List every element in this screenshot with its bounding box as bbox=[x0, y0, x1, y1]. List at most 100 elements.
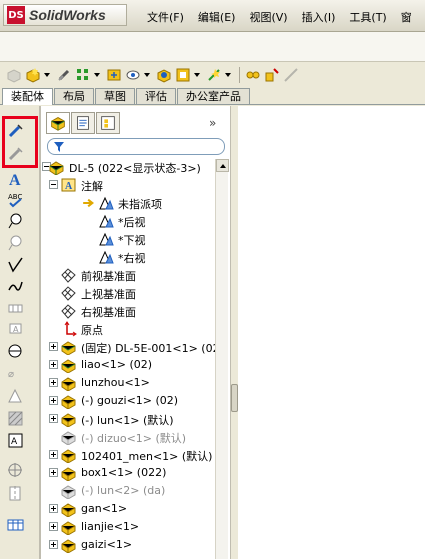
tree-node[interactable]: *右视 bbox=[41, 248, 217, 266]
tree-node[interactable]: 右视基准面 bbox=[41, 302, 217, 320]
hole-callout-icon[interactable]: ⌀ bbox=[7, 365, 24, 382]
tree-node[interactable]: *后视 bbox=[41, 212, 217, 230]
tree-node[interactable]: gaizi<1> bbox=[41, 536, 217, 554]
configuration-manager-tab-icon[interactable] bbox=[96, 112, 120, 134]
expand-toggle-icon[interactable] bbox=[49, 360, 58, 369]
tree-node[interactable]: 前视基准面 bbox=[41, 266, 217, 284]
property-manager-tab-icon[interactable] bbox=[71, 112, 95, 134]
note-icon[interactable]: A bbox=[7, 170, 24, 187]
tree-node[interactable]: lunzhou<1> bbox=[41, 374, 217, 392]
command-manager-tabs: 装配体 布局 草图 评估 办公室产品 bbox=[0, 88, 425, 105]
menu-edit[interactable]: 编辑(E) bbox=[191, 9, 243, 25]
datum-feature-icon[interactable]: A bbox=[7, 321, 24, 338]
expand-toggle-icon[interactable] bbox=[49, 396, 58, 405]
menu-file[interactable]: 文件(F) bbox=[140, 9, 191, 25]
show-hidden-icon[interactable] bbox=[125, 67, 141, 83]
tree-node[interactable]: A 注解 bbox=[41, 176, 217, 194]
filter-icon bbox=[54, 142, 64, 152]
tree-node[interactable]: (-) lun<2> (da) bbox=[41, 482, 217, 500]
balloon-icon[interactable] bbox=[7, 212, 24, 229]
tree-node[interactable]: DL-5 (022<显示状态-3>) bbox=[41, 158, 217, 176]
new-part-icon[interactable] bbox=[25, 67, 41, 83]
expand-panel-chevron[interactable]: » bbox=[209, 116, 216, 130]
tab-layout[interactable]: 布局 bbox=[54, 88, 94, 104]
spell-check-icon[interactable]: ABC bbox=[7, 191, 24, 208]
expand-toggle-icon[interactable] bbox=[49, 342, 58, 351]
component-pattern-icon[interactable] bbox=[75, 67, 91, 83]
expand-toggle-icon[interactable] bbox=[49, 504, 58, 513]
tree-node-label: 102401_men<1> (默认) bbox=[81, 450, 213, 463]
move-component-icon[interactable] bbox=[106, 67, 122, 83]
tree-node[interactable]: (-) gouzi<1> (02) bbox=[41, 392, 217, 410]
weld-symbol-icon[interactable] bbox=[7, 278, 24, 295]
tab-sketch[interactable]: 草图 bbox=[95, 88, 135, 104]
scroll-up-arrow-icon[interactable] bbox=[216, 159, 229, 172]
menu-window[interactable]: 窗 bbox=[394, 9, 419, 25]
tab-assembly[interactable]: 装配体 bbox=[2, 88, 53, 105]
surface-finish-icon[interactable] bbox=[7, 256, 24, 273]
auto-balloon-icon[interactable] bbox=[7, 234, 24, 251]
solidworks-logo[interactable]: DS SolidWorks bbox=[3, 4, 127, 26]
tree-node[interactable]: 未指派项 bbox=[41, 194, 217, 212]
motion-dropdown[interactable] bbox=[225, 73, 231, 77]
tree-node[interactable]: 原点 bbox=[41, 320, 217, 338]
expand-toggle-icon[interactable] bbox=[49, 540, 58, 549]
center-mark-icon[interactable] bbox=[7, 462, 24, 479]
expand-toggle-icon[interactable] bbox=[49, 414, 58, 423]
tree-node[interactable]: 102401_men<1> (默认) bbox=[41, 446, 217, 464]
table-icon[interactable] bbox=[7, 516, 24, 533]
origin-icon bbox=[64, 321, 77, 337]
tab-evaluate[interactable]: 评估 bbox=[136, 88, 176, 104]
feature-manager-tab-icon[interactable] bbox=[46, 112, 70, 134]
tree-node[interactable]: (-) lun<1> (默认) bbox=[41, 410, 217, 428]
tree-node-label: (-) lun<2> (da) bbox=[81, 484, 166, 497]
tree-node[interactable]: (-) dizuo<1> (默认) bbox=[41, 428, 217, 446]
block-icon[interactable]: A bbox=[7, 432, 24, 449]
new-motion-study-icon[interactable] bbox=[206, 67, 222, 83]
datum-target-icon[interactable] bbox=[7, 343, 24, 360]
menu-insert[interactable]: 插入(I) bbox=[295, 9, 343, 25]
insert-component-icon[interactable] bbox=[6, 67, 22, 83]
show-hidden-dropdown[interactable] bbox=[144, 73, 150, 77]
menu-view[interactable]: 视图(V) bbox=[242, 9, 294, 25]
collapse-toggle-icon[interactable] bbox=[49, 180, 58, 189]
plane-icon bbox=[61, 286, 76, 301]
expand-toggle-icon[interactable] bbox=[49, 378, 58, 387]
tree-node-label: lunzhou<1> bbox=[81, 376, 150, 389]
menu-tools[interactable]: 工具(T) bbox=[342, 9, 393, 25]
assembly-icon bbox=[49, 161, 64, 175]
graphics-area[interactable] bbox=[238, 106, 425, 559]
tree-node[interactable]: 上视基准面 bbox=[41, 284, 217, 302]
pattern-dropdown[interactable] bbox=[94, 73, 100, 77]
tree-node-label: box1<1> (022) bbox=[81, 466, 167, 479]
subassembly-icon bbox=[61, 359, 76, 373]
svg-text:A: A bbox=[13, 325, 19, 334]
expand-toggle-icon[interactable] bbox=[49, 450, 58, 459]
geometric-tolerance-icon[interactable] bbox=[7, 300, 24, 317]
tree-node[interactable]: lianjie<1> bbox=[41, 518, 217, 536]
centerline-icon[interactable] bbox=[7, 485, 24, 502]
bill-of-materials-icon[interactable] bbox=[245, 67, 261, 83]
reference-geometry-dropdown[interactable] bbox=[194, 73, 200, 77]
exploded-view-icon[interactable] bbox=[264, 67, 280, 83]
tree-scrollbar[interactable] bbox=[215, 159, 229, 559]
svg-text:⌀: ⌀ bbox=[8, 369, 14, 380]
expand-toggle-icon[interactable] bbox=[49, 468, 58, 477]
revision-symbol-icon[interactable] bbox=[7, 388, 24, 405]
tree-node[interactable]: liao<1> (02) bbox=[41, 356, 217, 374]
splitter-grip[interactable] bbox=[231, 384, 238, 412]
explode-line-sketch-icon[interactable] bbox=[283, 67, 299, 83]
tree-node[interactable]: *下视 bbox=[41, 230, 217, 248]
expand-toggle-icon[interactable] bbox=[49, 522, 58, 531]
new-part-dropdown[interactable] bbox=[44, 73, 50, 77]
reference-geometry-icon[interactable] bbox=[175, 67, 191, 83]
tree-node[interactable]: (固定) DL-5E-001<1> (02) bbox=[41, 338, 217, 356]
mate-icon[interactable] bbox=[56, 67, 72, 83]
tab-office-products[interactable]: 办公室产品 bbox=[177, 88, 250, 104]
tree-node[interactable]: gan<1> bbox=[41, 500, 217, 518]
assembly-feature-icon[interactable] bbox=[156, 67, 172, 83]
panel-splitter[interactable] bbox=[230, 106, 238, 559]
tree-node[interactable]: box1<1> (022) bbox=[41, 464, 217, 482]
area-hatch-icon[interactable] bbox=[7, 410, 24, 427]
tree-filter-input[interactable] bbox=[47, 138, 225, 155]
